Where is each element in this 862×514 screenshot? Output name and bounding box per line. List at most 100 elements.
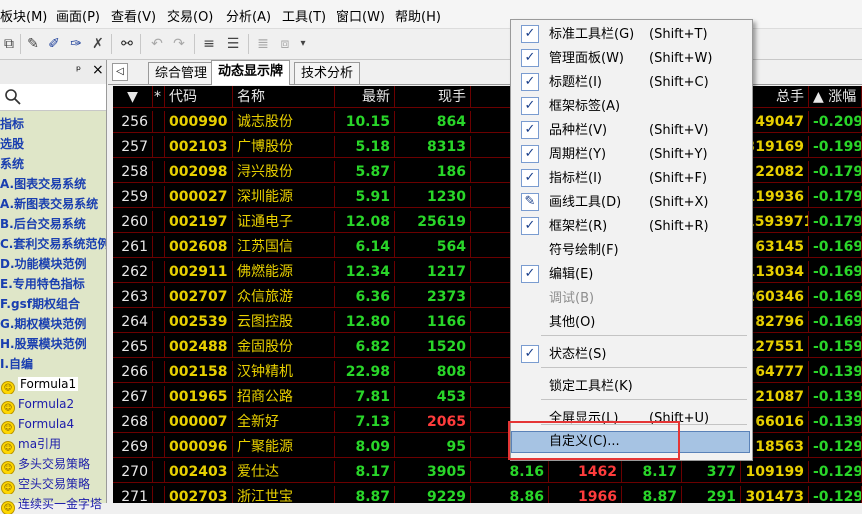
latest-price: 22.98 (335, 361, 395, 383)
tab-dynamic-board[interactable]: 动态显示牌 (211, 60, 291, 85)
menu-help[interactable]: 帮助(H) (395, 6, 441, 25)
formula-item[interactable]: ☺ 多头交易策略 (0, 454, 106, 474)
menu-item[interactable]: ✓ 框架标签(A) (511, 95, 752, 119)
row-index: 257 (113, 136, 153, 158)
menu-tools[interactable]: 工具(T) (282, 6, 326, 25)
ask-volume: 291 (682, 486, 741, 503)
menu-item[interactable]: ✓ 周期栏(Y) (Shift+Y) (511, 143, 752, 167)
menu-window[interactable]: 窗口(W) (336, 6, 385, 25)
menu-item[interactable]: 符号绘制(F) (511, 239, 752, 263)
smiley-icon: ☺ (1, 481, 15, 494)
folder-item[interactable]: D.功能模块范例 (0, 254, 106, 274)
row-star (153, 436, 165, 458)
header-name[interactable]: 名称 (233, 86, 335, 108)
stock-code: 002098 (165, 161, 233, 183)
header-change[interactable]: ▲ 涨幅 (809, 86, 862, 108)
smiley-icon: ☺ (1, 461, 15, 474)
folder-item[interactable]: G.期权模块范例 (0, 314, 106, 334)
sort-icon[interactable]: ▼ (113, 86, 153, 108)
folder-item[interactable]: B.后台交易系统 (0, 214, 106, 234)
sidebar-item-label: H.股票模块范例 (0, 337, 87, 351)
toolbar-handle-icon[interactable]: ⧉ (0, 35, 18, 53)
formula-item[interactable]: ☺ Formula4 (0, 414, 106, 434)
formula-item[interactable]: ☺ 连续买一金字塔 (0, 494, 106, 514)
menu-board[interactable]: 板块(M) (0, 6, 47, 25)
checkmark-icon: ✓ (521, 217, 539, 235)
menu-item[interactable]: 其他(O) (511, 311, 752, 335)
align-center-icon[interactable]: ☰ (224, 35, 242, 53)
draw-cross-icon[interactable]: ✑ (67, 35, 85, 53)
menu-item[interactable]: ✓ 指标栏(I) (Shift+F) (511, 167, 752, 191)
formula-item[interactable]: ☺ ma引用 (0, 434, 106, 454)
close-icon[interactable]: × (92, 62, 104, 78)
formula-item[interactable]: ☺ Formula2 (0, 394, 106, 414)
menu-trade[interactable]: 交易(O) (167, 6, 213, 25)
menu-view-screen[interactable]: 画面(P) (56, 6, 100, 25)
menu-item-label: 编辑(E) (549, 267, 594, 282)
latest-price: 8.87 (335, 486, 395, 503)
latest-price: 8.17 (335, 461, 395, 483)
table-row[interactable]: 270 002403 爱仕达 8.17 3905 8.16 1462 8.17 377 10919… (113, 461, 862, 484)
align-left-icon[interactable]: ≡ (200, 35, 218, 53)
bid-price: 8.16 (471, 461, 549, 483)
menu-view[interactable]: 查看(V) (111, 6, 156, 25)
menu-item[interactable]: ✓ 状态栏(S) (511, 343, 752, 367)
menu-item[interactable]: ✓ 编辑(E) (511, 263, 752, 287)
sidebar-item-label: Formula2 (18, 397, 75, 411)
row-star (153, 311, 165, 333)
row-star (153, 111, 165, 133)
ask-price: 8.87 (622, 486, 682, 503)
menu-item[interactable]: ✎ 画线工具(D) (Shift+X) (511, 191, 752, 215)
folder-item[interactable]: 选股 (0, 134, 106, 154)
folder-item[interactable]: F.gsf期权组合 (0, 294, 106, 314)
header-volume[interactable]: 现手 (395, 86, 471, 108)
menu-item[interactable]: 调试(B) (511, 287, 752, 311)
undo-icon[interactable]: ↶ (148, 35, 166, 53)
menu-item[interactable]: ✓ 标题栏(I) (Shift+C) (511, 71, 752, 95)
folder-item[interactable]: E.专用特色指标 (0, 274, 106, 294)
folder-item[interactable]: 指标 (0, 114, 106, 134)
menu-item[interactable]: ✓ 品种栏(V) (Shift+V) (511, 119, 752, 143)
search-icon[interactable] (4, 88, 22, 106)
binoculars-icon[interactable]: ⚯ (118, 35, 136, 53)
layers-icon[interactable]: ⧈ (276, 35, 294, 53)
table-row[interactable]: 271 002703 浙江世宝 8.87 9229 8.86 1966 8.87 291 3014… (113, 486, 862, 503)
stock-name: 众信旅游 (233, 286, 335, 308)
current-volume: 186 (395, 161, 471, 183)
draw-line-icon[interactable]: ✐ (45, 35, 63, 53)
tab-technical-analysis[interactable]: 技术分析 (294, 62, 361, 84)
folder-item[interactable]: I.自编 (0, 354, 106, 374)
latest-price: 5.18 (335, 136, 395, 158)
stock-code: 002707 (165, 286, 233, 308)
row-star (153, 386, 165, 408)
redo-icon[interactable]: ↷ (170, 35, 188, 53)
current-volume: 453 (395, 386, 471, 408)
folder-item[interactable]: 系统 (0, 154, 106, 174)
menu-analysis[interactable]: 分析(A) (226, 6, 271, 25)
smiley-icon: ☺ (1, 421, 15, 434)
panel-search[interactable] (0, 84, 106, 111)
tab-overview[interactable]: 综合管理 (148, 62, 215, 84)
folder-item[interactable]: A.新图表交易系统 (0, 194, 106, 214)
header-latest[interactable]: 最新 (335, 86, 395, 108)
header-code[interactable]: 代码 (165, 86, 233, 108)
folder-item[interactable]: A.图表交易系统 (0, 174, 106, 194)
pin-icon[interactable]: ᵖ (76, 63, 81, 77)
menu-item[interactable]: 锁定工具栏(K) (511, 375, 752, 399)
folder-item[interactable]: C.套利交易系统范例 (0, 234, 106, 254)
formula-item[interactable]: ☺ 空头交易策略 (0, 474, 106, 494)
latest-price: 5.91 (335, 186, 395, 208)
menu-item[interactable]: ✓ 标准工具栏(G) (Shift+T) (511, 23, 752, 47)
menu-item[interactable]: ✓ 框架栏(R) (Shift+R) (511, 215, 752, 239)
menu-item[interactable]: ✓ 管理面板(W) (Shift+W) (511, 47, 752, 71)
dropdown-icon[interactable]: ▾ (294, 35, 312, 53)
tab-scroll-left-icon[interactable]: ◁ (112, 63, 128, 81)
header-star[interactable]: * (153, 86, 165, 108)
align-list-icon[interactable]: ≣ (254, 35, 272, 53)
menu-item-label: 标准工具栏(G) (549, 27, 635, 42)
menu-item-label: 管理面板(W) (549, 51, 624, 66)
draw-pen-icon[interactable]: ✎ (24, 35, 42, 53)
folder-item[interactable]: H.股票模块范例 (0, 334, 106, 354)
formula-item[interactable]: ☺ Formula1 (0, 374, 106, 394)
draw-erase-icon[interactable]: ✗ (89, 35, 107, 53)
